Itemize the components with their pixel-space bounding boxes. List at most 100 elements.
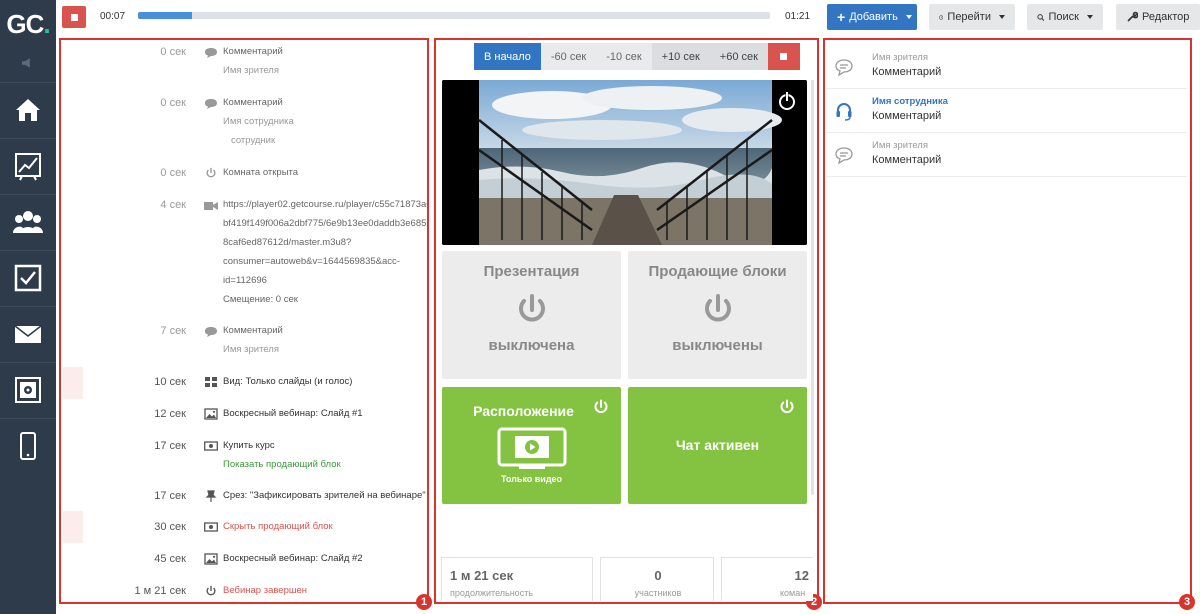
- video-screen-icon: [497, 427, 566, 469]
- log-text: bf419f149f006a2dbf775/6e9b13ee0daddb3e68…: [223, 218, 427, 229]
- mail-icon[interactable]: [0, 306, 56, 362]
- log-time: 7 сек: [160, 325, 186, 337]
- chat-message[interactable]: Имя зрителя Комментарий: [826, 45, 1187, 89]
- hide-selling-block-link[interactable]: Скрыть продающий блок: [223, 517, 428, 536]
- commands-stat: 12 коман: [721, 557, 813, 601]
- goto-button-label: Перейти: [947, 11, 991, 23]
- log-subtext: Имя зрителя: [223, 344, 279, 355]
- power-icon: [206, 167, 216, 178]
- layout-tile[interactable]: Расположение Только видео: [442, 387, 621, 504]
- power-icon: [206, 585, 216, 596]
- selling-blocks-title: Продающие блоки: [648, 263, 787, 280]
- log-text: Купить курс: [223, 440, 275, 451]
- users-icon[interactable]: [0, 194, 56, 250]
- log-time: 17 сек: [154, 490, 186, 502]
- log-text: Воскресный вебинар: Слайд #1: [223, 408, 363, 419]
- show-selling-block-link[interactable]: Показать продающий блок: [223, 455, 428, 474]
- commands-value: 12: [794, 568, 809, 583]
- comment-icon: [205, 99, 217, 109]
- presentation-title: Презентация: [483, 263, 580, 280]
- log-text: Вид: Только слайды (и голос): [223, 376, 353, 387]
- presentation-tile[interactable]: Презентация выключена: [442, 251, 621, 379]
- log-time: 17 сек: [154, 440, 186, 452]
- safe-icon[interactable]: [0, 362, 56, 418]
- video-icon: [204, 202, 218, 210]
- chat-message[interactable]: Имя зрителя Комментарий: [826, 133, 1187, 177]
- log-text: Срез: "Зафиксировать зрителей на вебинар…: [223, 490, 426, 501]
- duration-value: 1 м 21 сек: [450, 568, 514, 583]
- presentation-status: выключена: [488, 337, 575, 354]
- log-text: Смещение: 0 сек: [223, 294, 298, 305]
- log-subtext: Имя сотрудника: [223, 116, 294, 127]
- player-toolbar: 00:07 01:21 + Добавить Перейти Поиск Ред…: [56, 0, 1200, 34]
- video-frame-image: [442, 80, 807, 245]
- comment-icon: [835, 147, 853, 165]
- editor-button-label: Редактор: [1142, 11, 1190, 23]
- stop-icon: [780, 53, 788, 60]
- chevron-down-icon: [905, 15, 912, 19]
- chat-text: Комментарий: [872, 66, 942, 78]
- phone-icon[interactable]: [0, 418, 56, 474]
- log-time: 0 сек: [160, 97, 186, 109]
- log-text: Комната открыта: [223, 167, 299, 178]
- log-text: https://player02.getcourse.ru/player/c55…: [223, 199, 428, 210]
- chat-text: Комментарий: [872, 110, 942, 122]
- chat-text: Комментарий: [872, 154, 942, 166]
- stop-icon: [70, 13, 78, 21]
- cash-icon: [204, 441, 218, 451]
- seek-plus60-button[interactable]: +60 сек: [709, 43, 768, 70]
- add-button[interactable]: + Добавить: [827, 4, 917, 30]
- search-button-label: Поиск: [1048, 11, 1079, 23]
- pin-icon: [205, 490, 217, 502]
- duration-label: продолжительность: [450, 588, 533, 598]
- checkbox-icon[interactable]: [0, 250, 56, 306]
- log-time: 30 сек: [154, 521, 186, 533]
- comment-icon: [835, 59, 853, 77]
- layout-caption: Только видео: [500, 474, 563, 484]
- current-time: 00:07: [100, 11, 126, 22]
- marker-3: 3: [1179, 594, 1195, 610]
- goto-button[interactable]: Перейти: [929, 4, 1015, 30]
- stop-playback-button[interactable]: [767, 43, 800, 70]
- editor-button[interactable]: Редактор: [1116, 4, 1200, 30]
- comment-icon: [205, 48, 217, 58]
- power-icon: [780, 399, 794, 414]
- log-time: 0 сек: [160, 46, 186, 58]
- home-icon[interactable]: [0, 82, 56, 138]
- chat-tile[interactable]: Чат активен: [628, 387, 807, 504]
- seek-plus10-button[interactable]: +10 сек: [651, 43, 710, 70]
- scrollbar[interactable]: [811, 80, 814, 495]
- seek-controls: В начало -60 сек -10 сек +10 сек +60 сек: [474, 43, 800, 70]
- log-text: Комментарий: [223, 46, 283, 57]
- log-time: 10 сек: [154, 376, 186, 388]
- chart-icon[interactable]: [0, 138, 56, 194]
- search-button[interactable]: Поиск: [1027, 4, 1103, 30]
- log-text: Комментарий: [223, 325, 283, 336]
- seek-start-button[interactable]: В начало: [474, 43, 541, 70]
- megaphone-icon[interactable]: [0, 40, 56, 86]
- power-icon: [594, 399, 608, 414]
- stop-button[interactable]: [62, 6, 86, 28]
- seek-minus60-button[interactable]: -60 сек: [540, 43, 597, 70]
- chat-author: Имя зрителя: [872, 52, 928, 63]
- chat-message[interactable]: Имя сотрудника Комментарий: [826, 89, 1187, 133]
- log-time: 12 сек: [154, 408, 186, 420]
- log-time: 0 сек: [160, 167, 186, 179]
- log-subtext: Имя зрителя: [223, 65, 279, 76]
- search-icon: [1037, 13, 1045, 21]
- progress-bar[interactable]: [138, 12, 770, 19]
- seek-minus10-button[interactable]: -10 сек: [596, 43, 652, 70]
- log-text: id=112696: [223, 275, 267, 286]
- headset-icon: [836, 103, 852, 121]
- log-time: 1 м 21 сек: [134, 585, 186, 597]
- image-icon: [204, 408, 218, 420]
- layout-icon: [205, 377, 217, 387]
- log-text: Воскресный вебинар: Слайд #2: [223, 553, 363, 564]
- video-preview[interactable]: [442, 80, 807, 245]
- chat-author: Имя сотрудника: [872, 96, 948, 107]
- image-icon: [204, 553, 218, 565]
- log-subtext: сотрудник: [231, 135, 276, 146]
- clock-icon: [939, 14, 944, 20]
- selling-blocks-tile[interactable]: Продающие блоки выключены: [628, 251, 807, 379]
- chat-author: Имя зрителя: [872, 140, 928, 151]
